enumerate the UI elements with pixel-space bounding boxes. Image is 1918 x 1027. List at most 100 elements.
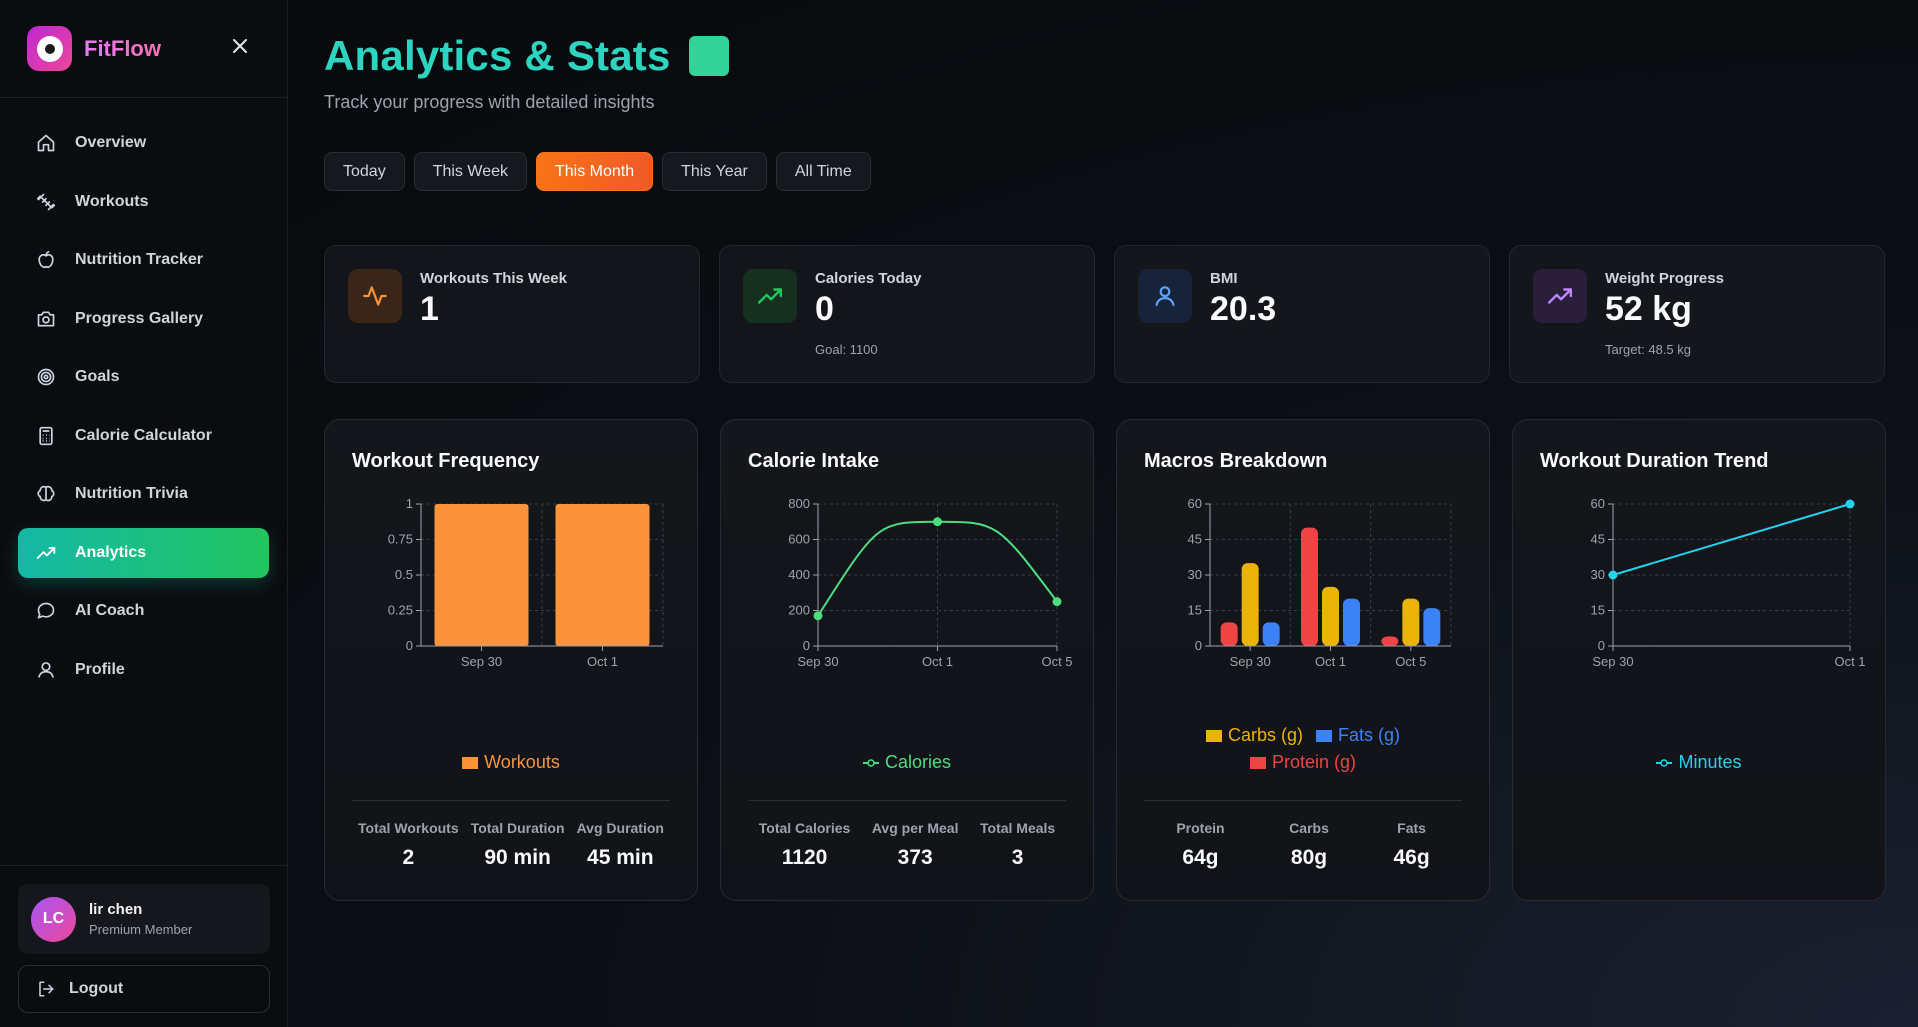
x-tick-label: Sep 30 (1592, 654, 1633, 669)
apple-icon (35, 249, 57, 271)
close-sidebar-button[interactable] (228, 34, 252, 58)
data-point-minutes (1608, 570, 1618, 580)
sidebar-item-label: Calorie Calculator (75, 426, 212, 444)
legend-label: Protein (g) (1271, 752, 1357, 772)
stat-card-weight: Weight Progress 52 kg Target: 48.5 kg (1509, 245, 1885, 383)
bar-workouts (434, 504, 529, 646)
summary-value: 373 (897, 846, 933, 869)
stat-label: Calories Today (815, 270, 922, 287)
user-icon (35, 659, 57, 681)
legend-label: Workouts (484, 752, 560, 772)
home-icon (35, 132, 57, 154)
chart-title: Workout Frequency (352, 450, 540, 472)
logout-button[interactable]: Logout (18, 965, 270, 1013)
sidebar-item-calorie-calculator[interactable]: Calorie Calculator (18, 411, 269, 461)
tab-this-week[interactable]: This Week (413, 152, 527, 191)
sidebar-item-nutrition-trivia[interactable]: Nutrition Trivia (18, 469, 269, 519)
user-info: lir chen Premium Member (89, 901, 192, 937)
stat-card-workouts: Workouts This Week 1 (324, 245, 700, 383)
legend-item[interactable]: Calories (862, 752, 952, 773)
sidebar-item-analytics[interactable]: Analytics (18, 527, 269, 578)
user-card[interactable]: LC lir chen Premium Member (18, 884, 270, 954)
legend-line-icon (1656, 758, 1673, 767)
tab-all-time[interactable]: All Time (775, 152, 871, 191)
sidebar-item-ai-coach[interactable]: AI Coach (18, 586, 269, 636)
legend-item[interactable]: Workouts (462, 752, 560, 773)
stat-value: 52 kg (1605, 290, 1692, 328)
y-tick-label: 0 (1195, 638, 1202, 653)
sidebar-item-progress-gallery[interactable]: Progress Gallery (18, 294, 269, 344)
divider (1144, 800, 1462, 801)
sidebar-item-label: Profile (75, 660, 125, 678)
legend-label: Minutes (1678, 752, 1742, 772)
summary-total-calories: Total Calories 1120 (759, 820, 851, 870)
legend-label: Carbs (g) (1227, 725, 1303, 745)
x-tick-label: Oct 1 (587, 654, 618, 669)
sidebar-item-label: Overview (75, 134, 147, 151)
activity-icon (348, 269, 402, 323)
tab-this-year[interactable]: This Year (662, 152, 767, 191)
user-role: Premium Member (89, 922, 193, 937)
macros-breakdown-chart: 0 15 30 45 60 Sep 30 Oct 1 Oct 5 (1188, 496, 1452, 669)
chart-cards: Workout Frequency 0 0.25 0.5 0.75 1 Sep 30 Oct… (324, 419, 1886, 901)
summary-total-duration: Total Duration 90 min (471, 820, 565, 870)
summary-label: Total Workouts (358, 820, 459, 836)
sidebar-item-overview[interactable]: Overview (18, 118, 269, 168)
camera-icon (35, 308, 57, 330)
stat-sub: Target: 48.5 kg (1605, 342, 1691, 357)
y-tick-label: 45 (1591, 532, 1605, 547)
legend-item[interactable]: Fats (g) (1316, 725, 1400, 746)
y-tick-label: 1 (406, 496, 413, 511)
y-tick-label: 45 (1188, 532, 1202, 547)
legend-item[interactable]: Minutes (1656, 752, 1742, 773)
summary-label: Carbs (1289, 820, 1329, 836)
summary-total-meals: Total Meals 3 (980, 820, 1055, 870)
close-icon (233, 39, 247, 53)
sidebar-item-label: Workouts (75, 192, 149, 210)
stat-cards: Workouts This Week 1 Calories Today 0 Go… (324, 245, 1885, 383)
bar-carbs (1402, 598, 1420, 646)
sidebar-item-workouts[interactable]: Workouts (18, 177, 269, 227)
dumbbell-icon (35, 191, 57, 213)
divider (748, 800, 1066, 801)
sidebar-item-label: Goals (75, 368, 120, 385)
tab-this-month[interactable]: This Month (535, 152, 654, 191)
y-tick-label: 200 (788, 603, 810, 618)
chart-title: Calorie Intake (748, 450, 880, 472)
summary-value: 3 (1011, 846, 1024, 869)
y-tick-label: 60 (1188, 496, 1202, 511)
legend-item[interactable]: Protein (g) (1249, 752, 1357, 773)
x-tick-label: Sep 30 (1230, 654, 1271, 669)
stat-sub: Goal: 1100 (815, 342, 878, 357)
tab-today[interactable]: Today (324, 152, 405, 191)
x-tick-label: Sep 30 (461, 654, 502, 669)
sidebar-item-goals[interactable]: Goals (18, 352, 269, 402)
user-name: lir chen (89, 901, 143, 918)
legend-swatch (462, 756, 479, 769)
page-subtitle: Track your progress with detailed insigh… (324, 92, 655, 112)
legend-label: Calories (884, 752, 952, 772)
chart-legend: Carbs (g) Fats (g) (1117, 725, 1489, 747)
sidebar-item-profile[interactable]: Profile (18, 645, 269, 695)
brand-name: FitFlow (84, 35, 161, 61)
x-tick-label: Oct 5 (1041, 654, 1072, 669)
stat-label: Weight Progress (1605, 270, 1724, 287)
chart-summary: Protein 64g Carbs 80g Fats 46g (1144, 820, 1462, 870)
summary-total-workouts: Total Workouts 2 (358, 820, 459, 870)
x-tick-label: Oct 5 (1395, 654, 1426, 669)
chart-legend: Calories (721, 752, 1093, 774)
summary-fats: Fats 46g (1393, 820, 1429, 870)
brand-logo-icon (27, 26, 72, 71)
summary-label: Total Calories (758, 820, 851, 836)
summary-label: Protein (1176, 820, 1225, 836)
sidebar-item-label: Nutrition Tracker (75, 251, 204, 268)
summary-value: 64g (1182, 846, 1219, 869)
sidebar-item-nutrition-tracker[interactable]: Nutrition Tracker (18, 235, 269, 285)
data-point-minutes (1845, 499, 1855, 509)
sidebar-item-label: Analytics (75, 543, 147, 561)
legend-item[interactable]: Carbs (g) (1205, 725, 1303, 746)
divider (352, 800, 670, 801)
title-emoji-icon (688, 36, 729, 76)
logout-icon (37, 980, 55, 998)
stat-label: Workouts This Week (420, 270, 567, 287)
